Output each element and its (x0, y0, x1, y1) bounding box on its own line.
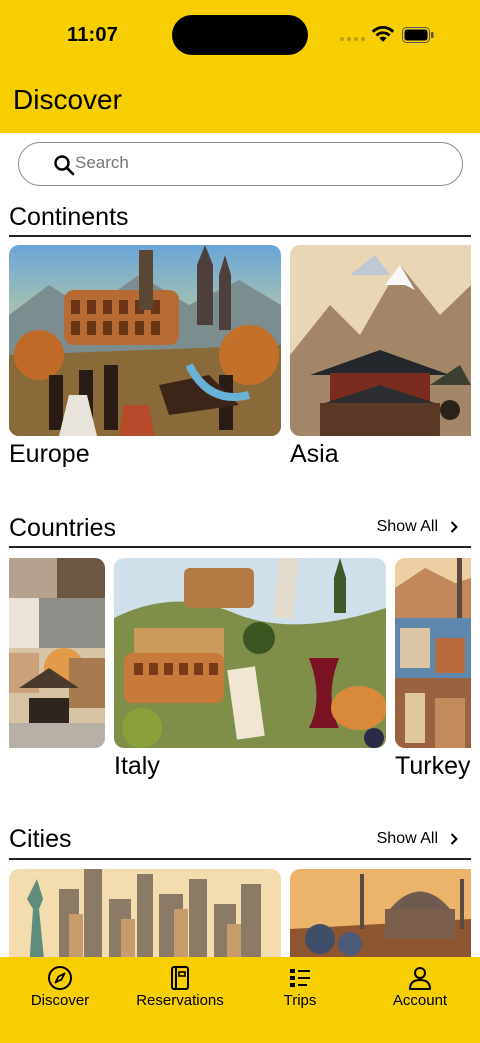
cities-show-all-button[interactable]: Show All (377, 830, 458, 848)
continent-label-europe[interactable]: Europe (9, 440, 90, 469)
dynamic-island (172, 15, 308, 55)
chevron-right-icon (450, 833, 458, 845)
chevron-right-icon (450, 521, 458, 533)
tab-label-trips: Trips (283, 992, 317, 1009)
section-title-continents: Continents (9, 203, 129, 231)
continent-card-europe-image[interactable] (9, 245, 281, 436)
tab-discover[interactable]: Discover (0, 957, 120, 1043)
cellular-signal-icon (340, 37, 365, 41)
tab-label-reservations: Reservations (136, 992, 224, 1009)
tab-account[interactable]: Account (360, 957, 480, 1043)
list-icon (290, 969, 310, 987)
countries-show-all-button[interactable]: Show All (377, 518, 458, 536)
city-card-istanbul-image[interactable] (290, 869, 471, 969)
notebook-icon (171, 966, 189, 990)
compass-icon (48, 966, 72, 990)
battery-icon (402, 27, 434, 43)
tab-reservations[interactable]: Reservations (120, 957, 240, 1043)
country-card-italy-image[interactable] (114, 558, 386, 748)
country-label-italy[interactable]: Italy (114, 752, 160, 781)
tab-trips[interactable]: Trips (240, 957, 360, 1043)
section-title-countries: Countries (9, 514, 116, 542)
country-card-turkey-image[interactable] (395, 558, 471, 748)
section-title-cities: Cities (9, 825, 72, 853)
section-divider (9, 235, 471, 237)
person-icon (409, 967, 431, 990)
country-card-partial-image[interactable] (9, 558, 105, 748)
show-all-label: Show All (376, 518, 438, 535)
search-icon (54, 155, 75, 176)
show-all-label: Show All (376, 830, 438, 847)
city-card-new-york-image[interactable] (9, 869, 281, 969)
header: 11:07 Discover (0, 0, 480, 133)
tab-label-discover: Discover (30, 992, 90, 1009)
continent-label-asia[interactable]: Asia (290, 440, 339, 469)
section-divider (9, 858, 471, 860)
wifi-icon (371, 26, 395, 42)
country-label-turkey[interactable]: Turkey (395, 752, 470, 781)
tab-bar: Discover Reservations Trips Account (0, 957, 480, 1043)
tab-label-account: Account (392, 992, 448, 1009)
status-time: 11:07 (67, 24, 119, 46)
section-divider (9, 546, 471, 548)
continent-card-asia-image[interactable] (290, 245, 471, 436)
search-input[interactable] (75, 153, 435, 173)
page-title: Discover (13, 84, 122, 115)
